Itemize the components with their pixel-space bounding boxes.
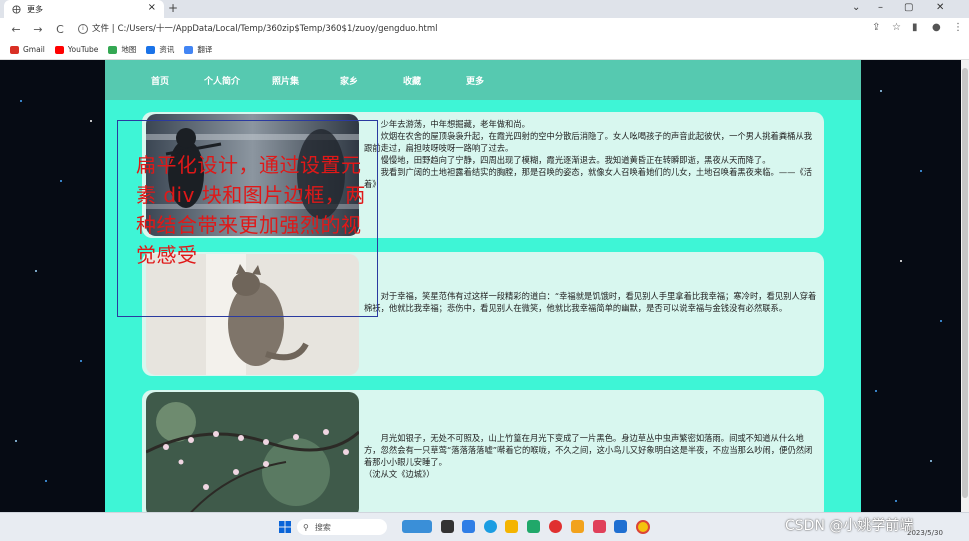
url-text: C:/Users/十一/AppData/Local/Temp/360zip$Te… [117, 24, 438, 34]
menu-icon[interactable]: ⋮ [953, 22, 963, 33]
nav-home[interactable]: 首页 [151, 74, 169, 87]
tab-close-button[interactable]: × [148, 2, 156, 13]
card-text: 月光如银子，无处不可照及，山上竹篁在月光下变成了一片黑色。身边草丛中虫声繁密如落… [364, 432, 818, 480]
url-field[interactable]: i 文件 | C:/Users/十一/AppData/Local/Temp/36… [78, 21, 437, 37]
app-icon[interactable] [593, 520, 606, 533]
bookmarks-bar: Gmail YouTube 地图 资讯 翻译 [0, 40, 969, 60]
vscode-icon[interactable] [462, 520, 475, 533]
card-paragraph: 炊烟在农舍的屋顶袅袅升起，在霞光四射的空中分散后消隐了。女人吆喝孩子的声音此起彼… [364, 131, 813, 153]
card-paragraph: 慢慢地，田野趋向了宁静，四周出现了模糊，霞光逐渐退去。我知道黄昏正在转瞬即逝，黑… [380, 155, 771, 165]
bookmark-translate[interactable]: 翻译 [184, 44, 212, 55]
translate-icon [184, 45, 194, 54]
nav-photos[interactable]: 照片集 [272, 74, 299, 87]
bookmark-label: YouTube [67, 45, 99, 54]
nav-favorites[interactable]: 收藏 [403, 74, 421, 87]
bookmark-label: Gmail [23, 45, 45, 54]
article-card: 月光如银子，无处不可照及，山上竹篁在月光下变成了一片黑色。身边草丛中虫声繁密如落… [142, 390, 824, 512]
minimize-button[interactable]: – [878, 2, 883, 13]
bookmark-label: 资讯 [159, 45, 175, 54]
card-text: 对于幸福，笑星范伟有过这样一段精彩的道白：“幸福就是饥饿时，看见别人手里拿着比我… [364, 290, 818, 314]
youtube-icon [54, 45, 64, 54]
chrome-icon[interactable] [636, 520, 650, 534]
weather-widget-icon[interactable] [402, 520, 432, 533]
globe-icon [12, 4, 21, 14]
address-bar-row: ← → C i 文件 | C:/Users/十一/AppData/Local/T… [0, 18, 969, 40]
card-paragraph: 少年去游荡，中年想掘藏，老年做和尚。 [380, 119, 530, 129]
bookmark-star-icon[interactable]: ☆ [892, 22, 901, 33]
new-tab-button[interactable]: + [168, 1, 178, 15]
site-nav: 首页 个人简介 照片集 家乡 收藏 更多 [105, 60, 861, 100]
scrollbar-thumb[interactable] [962, 68, 968, 498]
edge-icon[interactable] [484, 520, 497, 533]
task-view-icon[interactable] [441, 520, 454, 533]
annotation-text: 扁平化设计，通过设置元素 div 块和图片边框，两种结合带来更加强烈的视觉感受 [136, 153, 366, 267]
bookmark-news[interactable]: 资讯 [146, 44, 174, 55]
forward-button[interactable]: → [32, 23, 44, 36]
file-explorer-icon[interactable] [505, 520, 518, 533]
close-window-button[interactable]: ✕ [936, 2, 944, 13]
card-citation: （沈从文《边城》） [364, 469, 435, 479]
tab-title: 更多 [27, 4, 43, 14]
info-icon: i [78, 24, 88, 34]
csdn-watermark: CSDN @小姚学前端 [785, 518, 914, 534]
bookmark-youtube[interactable]: YouTube [54, 45, 99, 54]
nav-more[interactable]: 更多 [466, 74, 484, 87]
share-icon[interactable]: ⇪ [872, 22, 880, 33]
card-image-blossoms [146, 392, 359, 512]
card-paragraph: 对于幸福，笑星范伟有过这样一段精彩的道白：“幸福就是饥饿时，看见别人手里拿着比我… [364, 291, 817, 313]
sidebar-icon[interactable]: ▮ [912, 22, 918, 33]
back-button[interactable]: ← [10, 23, 22, 36]
maps-icon [108, 45, 118, 54]
card-paragraph: 我看到广阔的土地袒露着结实的胸膛，那是召唤的姿态，就像女人召唤着她们的儿女，土地… [364, 167, 813, 189]
app-icon[interactable] [527, 520, 540, 533]
app-icon[interactable] [549, 520, 562, 533]
card-paragraph: 月光如银子，无处不可照及，山上竹篁在月光下变成了一片黑色。身边草丛中虫声繁密如落… [364, 433, 813, 467]
nav-hometown[interactable]: 家乡 [340, 74, 358, 87]
browser-tab-bar: 更多 × + ⌄ – ▢ ✕ [0, 0, 969, 18]
reload-button[interactable]: C [54, 23, 66, 36]
app-icon[interactable] [571, 520, 584, 533]
bookmark-label: 地图 [121, 45, 137, 54]
bookmark-label: 翻译 [197, 45, 213, 54]
browser-tab[interactable]: 更多 × [4, 0, 164, 18]
windows-start-icon[interactable] [279, 521, 291, 533]
search-icon: ⚲ [303, 522, 309, 532]
tab-search-button[interactable]: ⌄ [852, 2, 860, 13]
news-icon [146, 45, 156, 54]
gmail-icon [10, 45, 19, 54]
url-prefix: 文件 | [92, 24, 115, 34]
card-text: 少年去游荡，中年想掘藏，老年做和尚。 炊烟在农舍的屋顶袅袅升起，在霞光四射的空中… [364, 118, 818, 190]
app-icon[interactable] [614, 520, 627, 533]
bookmark-maps[interactable]: 地图 [108, 44, 136, 55]
nav-profile[interactable]: 个人简介 [204, 74, 240, 87]
taskbar-search[interactable]: ⚲ 搜索 [297, 519, 387, 535]
bookmark-gmail[interactable]: Gmail [10, 45, 45, 54]
taskbar-search-placeholder: 搜索 [314, 522, 331, 532]
page-scrollbar[interactable] [961, 60, 969, 512]
maximize-button[interactable]: ▢ [904, 2, 913, 13]
profile-icon[interactable]: ● [932, 22, 941, 33]
